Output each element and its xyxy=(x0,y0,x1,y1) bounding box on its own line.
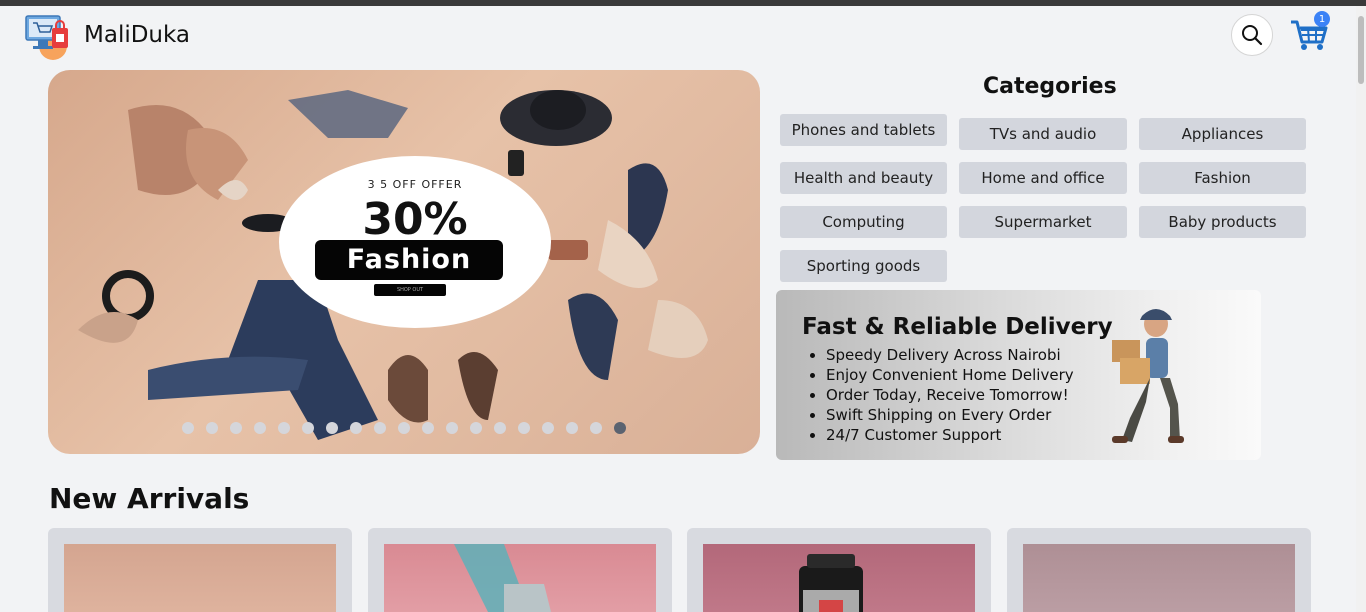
offer-subtitle: 3 5 OFF OFFER xyxy=(367,178,463,191)
delivery-points: Speedy Delivery Across Nairobi Enjoy Con… xyxy=(826,345,1074,445)
offer-shop-button[interactable]: SHOP OUT xyxy=(374,284,446,296)
carousel-dots xyxy=(182,422,626,434)
carousel-dot[interactable] xyxy=(542,422,554,434)
category-tvs-audio[interactable]: TVs and audio xyxy=(959,118,1127,150)
delivery-point: Enjoy Convenient Home Delivery xyxy=(826,365,1074,385)
carousel-dot[interactable] xyxy=(422,422,434,434)
hero-carousel[interactable]: 3 5 OFF OFFER 30% Fashion SHOP OUT xyxy=(48,70,760,454)
delivery-banner: Fast & Reliable Delivery Speedy Delivery… xyxy=(776,290,1261,460)
product-card[interactable] xyxy=(48,528,352,612)
product-image[interactable] xyxy=(64,544,336,612)
category-home-office[interactable]: Home and office xyxy=(959,162,1127,194)
carousel-dot[interactable] xyxy=(614,422,626,434)
cart-count-badge: 1 xyxy=(1314,11,1330,27)
product-card[interactable] xyxy=(687,528,991,612)
carousel-dot[interactable] xyxy=(470,422,482,434)
search-icon xyxy=(1242,25,1263,46)
carousel-dot[interactable] xyxy=(398,422,410,434)
product-card[interactable] xyxy=(1007,528,1311,612)
product-image[interactable] xyxy=(703,544,975,612)
category-health-beauty[interactable]: Health and beauty xyxy=(780,162,947,194)
offer-percent: 30% xyxy=(362,194,468,245)
category-sporting-goods[interactable]: Sporting goods xyxy=(780,250,947,282)
page-scrollbar[interactable] xyxy=(1356,6,1366,612)
shop-logo-icon[interactable] xyxy=(23,12,73,62)
category-appliances[interactable]: Appliances xyxy=(1139,118,1306,150)
carousel-dot[interactable] xyxy=(230,422,242,434)
carousel-dot[interactable] xyxy=(326,422,338,434)
category-computing[interactable]: Computing xyxy=(780,206,947,238)
carousel-dot[interactable] xyxy=(518,422,530,434)
carousel-dot[interactable] xyxy=(182,422,194,434)
category-fashion[interactable]: Fashion xyxy=(1139,162,1306,194)
categories-title: Categories xyxy=(983,74,1117,99)
product-card[interactable] xyxy=(368,528,672,612)
carousel-dot[interactable] xyxy=(206,422,218,434)
offer-badge: 3 5 OFF OFFER 30% Fashion SHOP OUT xyxy=(279,156,551,328)
carousel-dot[interactable] xyxy=(494,422,506,434)
carousel-dot[interactable] xyxy=(566,422,578,434)
delivery-title: Fast & Reliable Delivery xyxy=(802,314,1113,340)
carousel-dot[interactable] xyxy=(446,422,458,434)
category-baby-products[interactable]: Baby products xyxy=(1139,206,1306,238)
delivery-point: Order Today, Receive Tomorrow! xyxy=(826,385,1074,405)
carousel-dot[interactable] xyxy=(374,422,386,434)
carousel-dot[interactable] xyxy=(302,422,314,434)
offer-category-tag: Fashion xyxy=(315,240,503,280)
carousel-dot[interactable] xyxy=(254,422,266,434)
scrollbar-thumb[interactable] xyxy=(1358,16,1364,84)
delivery-point: 24/7 Customer Support xyxy=(826,425,1074,445)
new-arrivals-title: New Arrivals xyxy=(49,482,250,515)
category-phones-tablets[interactable]: Phones and tablets xyxy=(780,114,947,146)
category-supermarket[interactable]: Supermarket xyxy=(959,206,1127,238)
brand-name[interactable]: MaliDuka xyxy=(84,22,190,48)
site-header: MaliDuka 1 xyxy=(0,6,1356,66)
delivery-courier-icon xyxy=(1112,309,1184,443)
delivery-point: Swift Shipping on Every Order xyxy=(826,405,1074,425)
product-image[interactable] xyxy=(384,544,656,612)
delivery-point: Speedy Delivery Across Nairobi xyxy=(826,345,1074,365)
carousel-dot[interactable] xyxy=(278,422,290,434)
product-image[interactable] xyxy=(1023,544,1295,612)
search-button[interactable] xyxy=(1231,14,1273,56)
carousel-dot[interactable] xyxy=(350,422,362,434)
carousel-dot[interactable] xyxy=(590,422,602,434)
